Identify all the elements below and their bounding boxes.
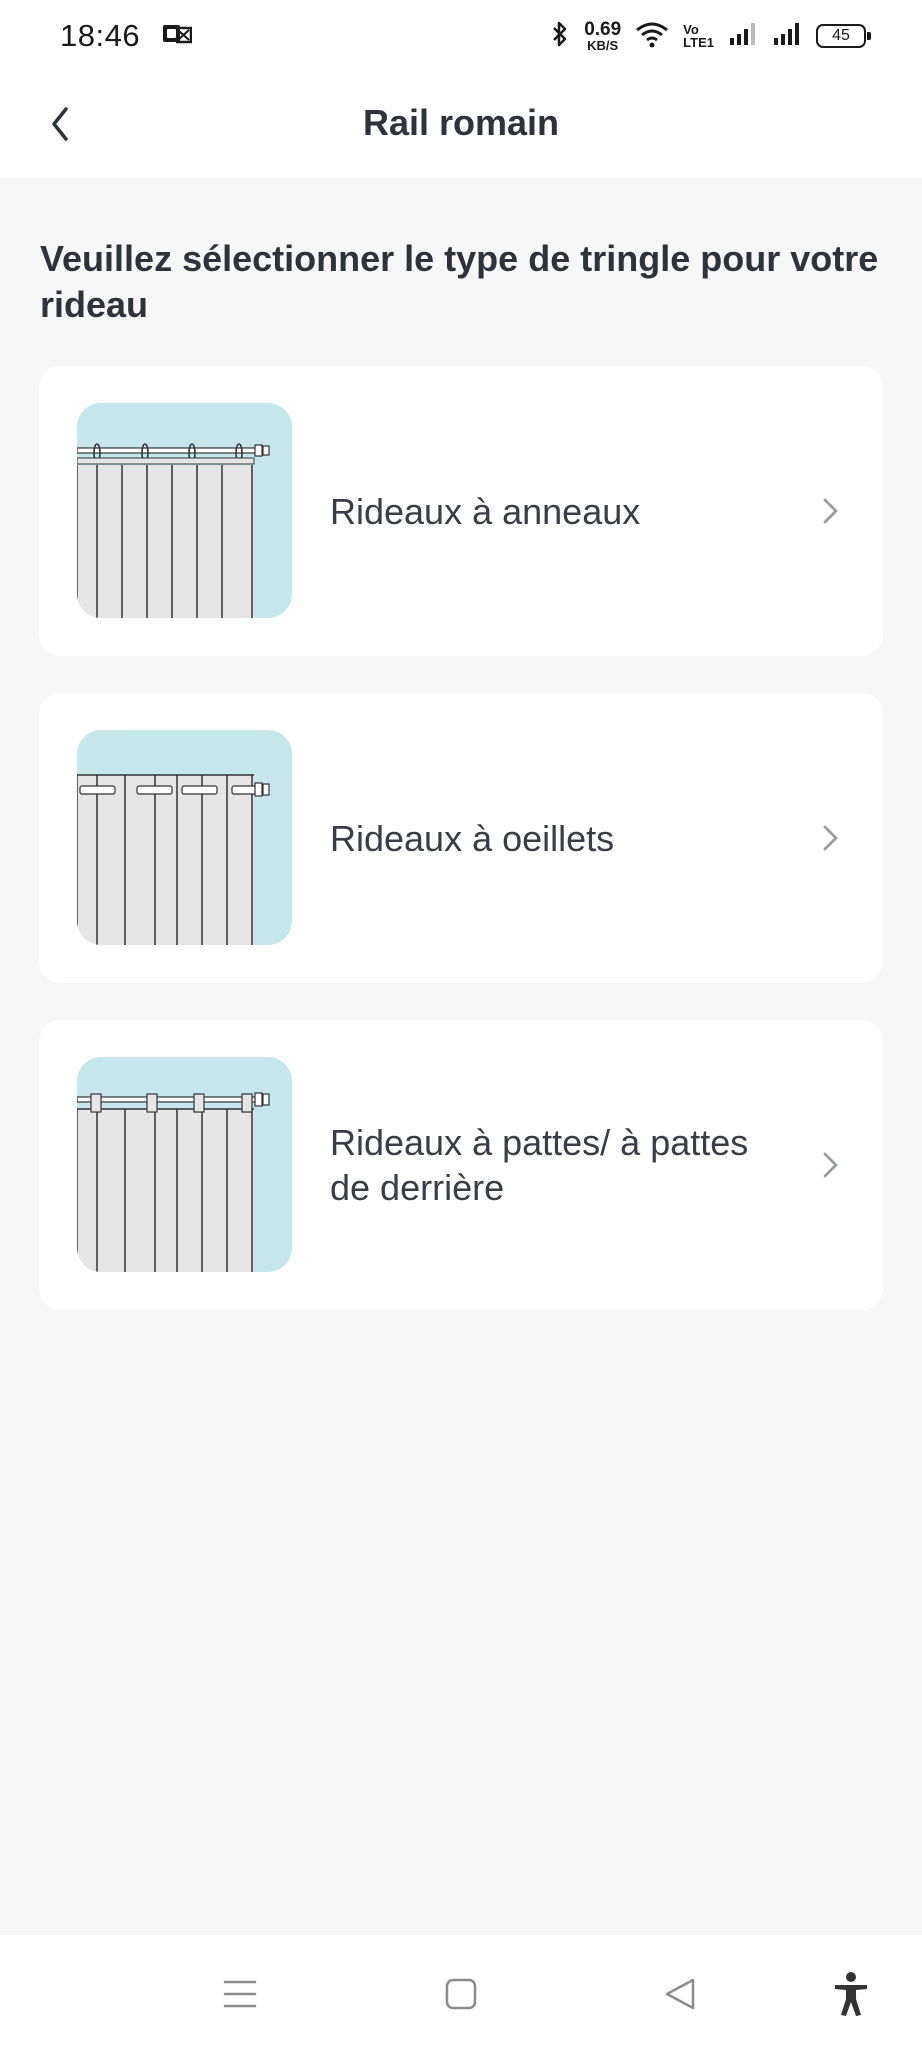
signal-icon — [728, 21, 758, 52]
status-bar: 18:46 0.69 KB/S Vo LTE1 45 — [0, 0, 922, 72]
accessibility-button[interactable] — [828, 1971, 874, 2017]
option-label: Rideaux à oeillets — [330, 817, 615, 859]
option-label: Rideaux à anneaux — [330, 490, 641, 532]
volte-icon: Vo LTE1 — [683, 23, 714, 49]
app-header: Rail romain — [0, 72, 922, 178]
battery-icon: 45 — [816, 24, 871, 48]
option-label: Rideaux à pattes/ à pattes de derrière — [330, 1122, 749, 1208]
back-triangle-icon — [665, 1978, 695, 2010]
curtain-rings-illustration — [77, 403, 292, 618]
battery-level: 45 — [832, 27, 850, 44]
status-left: 18:46 — [60, 18, 193, 54]
curtain-eyelets-illustration — [77, 730, 292, 945]
back-nav-button[interactable] — [657, 1971, 703, 2017]
option-card-tabs[interactable]: Rideaux à pattes/ à pattes de derrière — [39, 1020, 883, 1310]
status-time: 18:46 — [60, 18, 141, 53]
status-right: 0.69 KB/S Vo LTE1 45 — [550, 20, 871, 53]
option-card-eyelets[interactable]: Rideaux à oeillets — [39, 693, 883, 983]
menu-icon — [223, 1980, 257, 2008]
home-square-icon — [445, 1978, 477, 2010]
page-title: Rail romain — [362, 102, 560, 143]
bluetooth-icon — [550, 20, 570, 53]
net-speed: 0.69 KB/S — [584, 20, 621, 52]
chevron-right-icon — [823, 825, 838, 851]
menu-button[interactable] — [217, 1971, 263, 2017]
signal-icon — [772, 21, 802, 52]
volte-bottom: LTE1 — [683, 35, 714, 50]
accessibility-icon — [835, 1972, 867, 2016]
curtain-tabs-illustration — [77, 1057, 292, 1272]
chevron-right-icon — [823, 1152, 838, 1178]
net-speed-unit: KB/S — [587, 38, 619, 53]
home-button[interactable] — [438, 1971, 484, 2017]
system-nav-bar — [0, 1935, 922, 2048]
instruction-text: Veuillez sélectionner le type de tringle… — [40, 238, 879, 325]
option-card-rings[interactable]: Rideaux à anneaux — [39, 366, 883, 656]
wifi-icon — [635, 20, 669, 53]
chevron-right-icon — [823, 498, 838, 524]
net-speed-value: 0.69 — [584, 19, 622, 40]
notification-icon — [162, 22, 193, 51]
